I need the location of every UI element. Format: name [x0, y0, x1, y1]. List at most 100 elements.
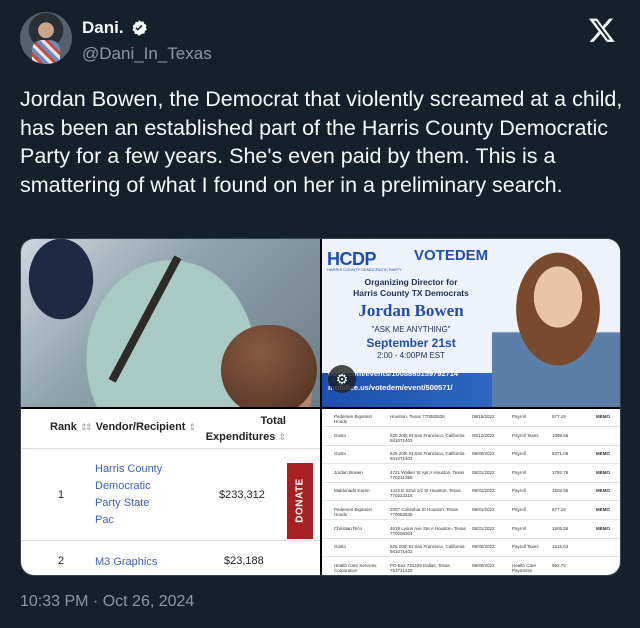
ledger-amount: 1515.63: [552, 544, 569, 550]
row-amount: $23,188: [224, 555, 264, 567]
ledger-name: Maldonado Karen: [334, 488, 370, 494]
ledger-memo: MEMO: [596, 488, 610, 494]
tweet-timestamp[interactable]: 10:33 PM · Oct 26, 2024: [20, 593, 194, 611]
ledger-date: 08/31/2022: [472, 469, 495, 475]
table-header: Rank ⇕ ⇕ Vendor/Recipient ⇕ Total Expend…: [21, 409, 320, 449]
handle[interactable]: @Dani_In_Texas: [82, 44, 212, 64]
ledger-name: Gusto: [334, 432, 347, 438]
ledger-name: Gusto: [334, 451, 347, 457]
ledger-memo: MEMO: [596, 414, 610, 419]
ledger-type: Payroll Taxes: [512, 432, 539, 438]
donate-button[interactable]: DONATE: [287, 463, 313, 539]
ledger-type: Payroll: [512, 488, 526, 494]
ledger-address: 2007 Columbia St Houston, Texas 77008263…: [390, 507, 458, 517]
ledger-amount: 1505.56: [552, 525, 569, 531]
name-row: Dani.: [82, 18, 148, 38]
x-logo-icon[interactable]: [588, 16, 616, 44]
col-total[interactable]: Total Expenditures ⇕: [196, 413, 286, 445]
votedem-logo: VOTEDEM: [414, 247, 489, 264]
ledger-address: Houston, Texas 770082636: [390, 414, 445, 419]
ledger-date: 08/30/2022: [472, 562, 495, 568]
ledger-date: 08/12/2022: [472, 432, 495, 438]
verified-badge-icon: [131, 20, 147, 36]
ledger-memo: MEMO: [596, 469, 610, 475]
tweet-header: Dani. @Dani_In_Texas: [20, 12, 620, 72]
ledger-name: Gusto: [334, 544, 347, 550]
display-name[interactable]: Dani.: [82, 18, 124, 38]
flyer-date: September 21st: [366, 336, 456, 350]
ledger-name: Pedersen Bigamist Hoods: [334, 414, 372, 424]
flyer-tagline: "ASK ME ANYTHING": [371, 325, 451, 334]
ledger-date: 08/15/2022: [472, 414, 495, 419]
ledger-date: 08/30/2022: [472, 451, 495, 457]
avatar[interactable]: [20, 12, 72, 64]
ledger-type: Payroll: [512, 469, 526, 475]
flyer-org-line1: Organizing Director for: [364, 277, 458, 287]
ledger-address: 525 20th St San Francisco, California 94…: [390, 432, 465, 443]
ledger-type: Payroll: [512, 525, 526, 531]
ledger-type: Health Care Payments: [512, 562, 537, 573]
ledger-address: 4721 Walker St Apt A Houston, Texas 7702…: [390, 469, 465, 480]
ledger-date: 08/31/2022: [472, 507, 495, 512]
row-vendor[interactable]: M3 Graphics: [95, 554, 157, 571]
ledger-amount: 962.72: [552, 562, 566, 568]
ledger-name: Pedersen Bigamist Hoods: [334, 507, 372, 517]
ledger-amount: 577.19: [552, 507, 566, 512]
flyer-org: Organizing Director for Harris County TX…: [326, 277, 496, 299]
tweet-text: Jordan Bowen, the Democrat that violentl…: [20, 87, 623, 197]
flyer-org-line2: Harris County TX Democrats: [353, 288, 469, 298]
photo-tile-crowd[interactable]: [21, 239, 320, 407]
flyer-tile[interactable]: HCDP HARRIS COUNTY DEMOCRATIC PARTY VOTE…: [322, 239, 620, 407]
media-settings-icon[interactable]: ⚙: [328, 365, 356, 393]
col-vendor[interactable]: ⇕ Vendor/Recipient ⇕: [85, 421, 196, 433]
child-head: [221, 325, 317, 407]
ledger-date: 08/30/2022: [472, 544, 495, 550]
ledger-type: Payroll: [512, 414, 526, 419]
row-vendor[interactable]: Harris County Democratic Party State Pac: [95, 461, 162, 529]
ledger-date: 08/31/2022: [472, 488, 495, 494]
vendor-line: Harris County: [95, 463, 163, 475]
ledger-address: PO Box 731428 Dallas, Texas 753731428: [390, 562, 450, 573]
avatar-shirt: [32, 40, 60, 64]
ledger-address: 4619 Lyons Ave Ste A Houston, Texas 7702…: [390, 525, 466, 536]
vendor-table-tile[interactable]: Rank ⇕ ⇕ Vendor/Recipient ⇕ Total Expend…: [21, 409, 320, 575]
media-grid: HCDP HARRIS COUNTY DEMOCRATIC PARTY VOTE…: [20, 238, 621, 576]
row-amount: $233,312: [219, 489, 265, 501]
ledger-name: Jordan Bowen: [334, 469, 363, 475]
ledger-row: Gusto 525 20th St San Francisco, Californ…: [322, 446, 620, 465]
ledger-address: 525 20th St San Francisco, California 94…: [390, 451, 465, 462]
ledger-amount: 1792.76: [552, 469, 569, 475]
hcdp-logo-sub: HARRIS COUNTY DEMOCRATIC PARTY: [327, 267, 402, 272]
ledger-row: Pedersen Bigamist Hoods 2007 Columbia St …: [322, 502, 620, 520]
ledger-type: Payroll: [512, 451, 526, 457]
ledger-row: Maldonado Karen 1422 E 32nd 1/2 St Housto…: [322, 483, 620, 502]
vendor-line: Pac: [95, 514, 114, 526]
ledger-row: Christian Rico 4619 Lyons Ave Ste A Houst…: [322, 521, 620, 539]
bag-strap: [108, 255, 182, 383]
ledger-tile[interactable]: Pedersen Bigamist Hoods Houston, Texas 77…: [322, 409, 620, 575]
ledger-name: Health Care Services Corporation: [334, 562, 377, 573]
ledger-memo: MEMO: [596, 451, 610, 457]
row-rank: 1: [58, 489, 65, 501]
ledger-amount: 577.19: [552, 414, 566, 419]
ledger-memo: MEMO: [596, 507, 610, 512]
ledger-amount: 1505.55: [552, 488, 569, 494]
portrait-photo: [492, 239, 620, 407]
col-rank[interactable]: Rank ⇕: [50, 421, 88, 433]
vendor-line: Party State: [95, 497, 150, 509]
ledger-row: Pedersen Bigamist Hoods Houston, Texas 77…: [322, 409, 620, 427]
ledger-memo: MEMO: [596, 525, 610, 531]
ledger-amount: 1098.56: [552, 432, 569, 438]
ledger-type: Payroll: [512, 507, 526, 512]
ledger-name: Christian Rico: [334, 525, 363, 531]
ledger-row: Gusto 525 20th St San Francisco, Californ…: [322, 539, 620, 558]
ledger-address: 525 20th St San Francisco, California 94…: [390, 544, 465, 555]
ledger-row: Gusto 525 20th St San Francisco, Californ…: [322, 428, 620, 446]
flyer-time: 2:00 - 4:00PM EST: [376, 351, 446, 360]
ledger-type: Payroll Taxes: [512, 544, 539, 550]
row-rank: 2: [58, 555, 65, 567]
ledger-row: Health Care Services Corporation PO Box 7…: [322, 558, 620, 575]
vendor-line: Democratic: [95, 480, 151, 492]
donate-label: DONATE: [294, 478, 306, 523]
ledger-address: 1422 E 32nd 1/2 St Houston, Texas 770223…: [390, 488, 461, 499]
